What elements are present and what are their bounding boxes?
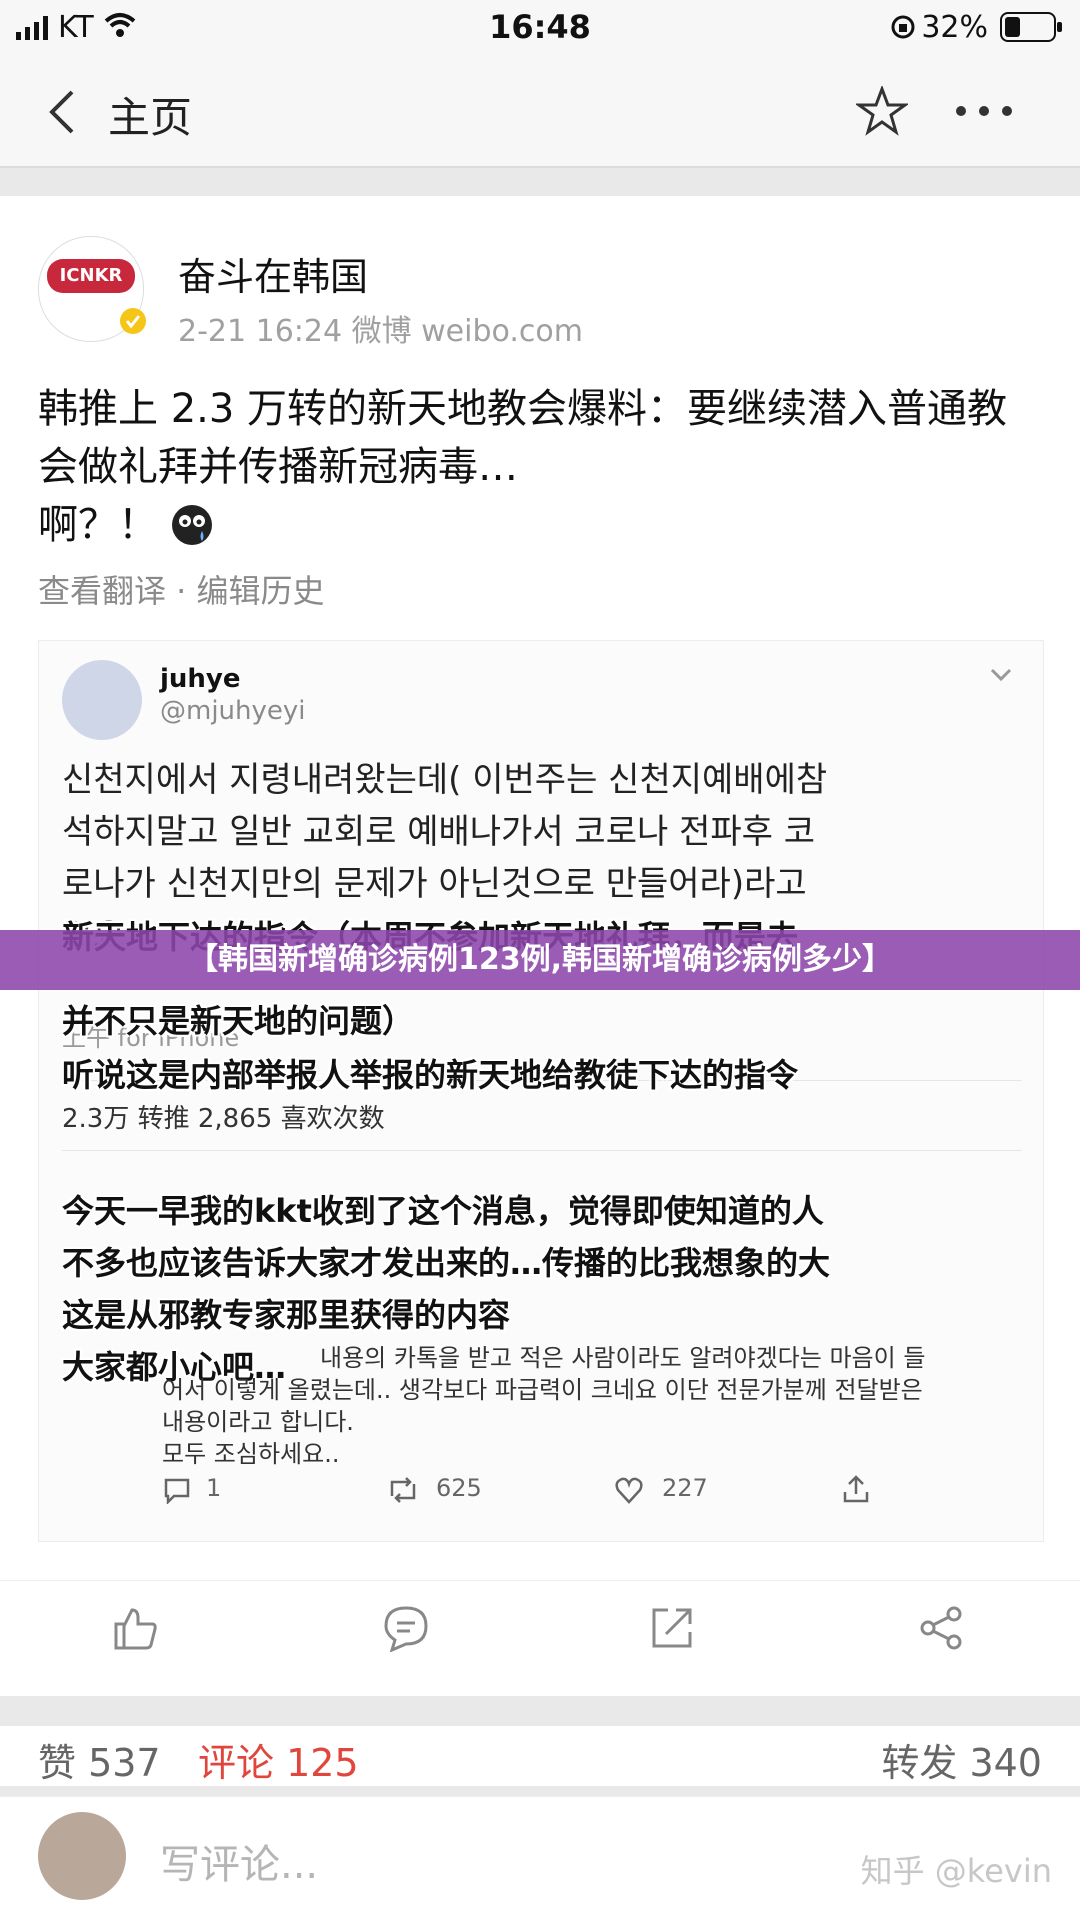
reply-icon [164, 1478, 190, 1504]
reply-line: 모두 조심하세요.. [162, 1440, 340, 1468]
sweat-emoji-icon [172, 505, 212, 545]
heart-icon [615, 1477, 643, 1504]
rotation-lock-icon [891, 15, 915, 39]
like-count: 227 [662, 1474, 708, 1502]
reply-line: 어서 이렇게 올렸는데.. 생각보다 파급력이 크네요 이단 전문가분께 전달받… [162, 1376, 923, 1404]
verified-icon [120, 308, 146, 334]
divider [62, 1150, 1022, 1151]
chevron-down-icon [990, 668, 1012, 682]
reply-count: 1 [206, 1474, 222, 1502]
tweet-avatar [62, 660, 142, 740]
caption-line: 不多也应该告诉大家才发出来的…传播的比我想象的大 [62, 1244, 831, 1282]
tweet-line: 로나가 신천지만의 문제가 아닌것으로 만들어라)라고 [62, 864, 807, 904]
post-meta: 2-21 16:24 微博 weibo.com [178, 314, 583, 349]
back-icon[interactable] [46, 88, 76, 136]
share-icon[interactable] [918, 1604, 966, 1652]
repost-icon[interactable] [648, 1604, 696, 1652]
tweet-stats: 2.3万 转推 2,865 喜欢次数 [62, 1104, 385, 1134]
comment-input[interactable]: 写评论... [160, 1832, 318, 1890]
star-icon[interactable] [856, 86, 908, 136]
share-icon [843, 1475, 869, 1503]
caption-line: 这是从邪教专家那里获得的内容 [62, 1296, 511, 1334]
comment-icon[interactable] [382, 1604, 430, 1652]
avatar [38, 1812, 126, 1900]
page-title: 主页 [108, 93, 193, 142]
caption-line: 并不只是新天地的问题） [62, 1002, 415, 1040]
nav-bar: 主页 [0, 56, 1080, 168]
caption-line: 听说这是内部举报人举报的新天地给教徒下达的指令 [62, 1056, 799, 1094]
clock: 16:48 [489, 8, 591, 46]
watermark: 知乎 @kevin [860, 1852, 1052, 1890]
tweet-line: 석하지말고 일반 교회로 예배나가서 코로나 전파후 코 [62, 812, 816, 852]
title-banner: 【韩国新增确诊病例123例,韩国新增确诊病例多少】 [0, 930, 1080, 990]
likes-tab[interactable]: 赞 537 [38, 1732, 161, 1787]
tweet-name: juhye [160, 664, 241, 694]
like-icon[interactable] [112, 1604, 160, 1652]
reply-line: 내용의 카톡을 받고 적은 사람이라도 알려야겠다는 마음이 들 [320, 1344, 926, 1372]
status-bar: KT 16:48 32% [0, 0, 1080, 56]
reposts-tab[interactable]: 转发 340 [881, 1732, 1042, 1787]
post-text: 韩推上 2.3 万转的新天地教会爆料：要继续潜入普通教 会做礼拜并传播新冠病毒…… [38, 380, 1048, 554]
author-name[interactable]: 奋斗在韩国 [178, 246, 368, 301]
tweet-handle: @mjuhyeyi [160, 696, 306, 726]
reply-line: 내용이라고 합니다. [162, 1408, 354, 1436]
post-text-line: 韩推上 2.3 万转的新天地教会爆料：要继续潜入普通教 [38, 386, 1008, 432]
post-text-line-3: 啊？！ [38, 496, 1048, 554]
retweet-icon [390, 1477, 416, 1503]
comments-tab[interactable]: 评论 125 [198, 1732, 359, 1787]
battery-icon [1000, 12, 1062, 42]
tweet-line: 신천지에서 지령내려왔는데( 이번주는 신천지예배에참 [62, 760, 828, 800]
counts-row: 赞 537 评论 125 转发 340 [0, 1726, 1080, 1786]
battery-percent: 32% [921, 10, 988, 45]
caption-line: 今天一早我的kkt收到了这个消息，觉得即使知道的人 [62, 1192, 824, 1230]
post-text-line: 会做礼拜并传播新冠病毒… [38, 444, 518, 490]
retweet-count: 625 [436, 1474, 482, 1502]
post-text-line: 啊？！ [38, 502, 158, 548]
avatar-logo: ICNKR [47, 259, 135, 293]
more-icon[interactable] [954, 104, 1014, 118]
translate-link[interactable]: 查看翻译 · 编辑历史 [38, 566, 325, 612]
